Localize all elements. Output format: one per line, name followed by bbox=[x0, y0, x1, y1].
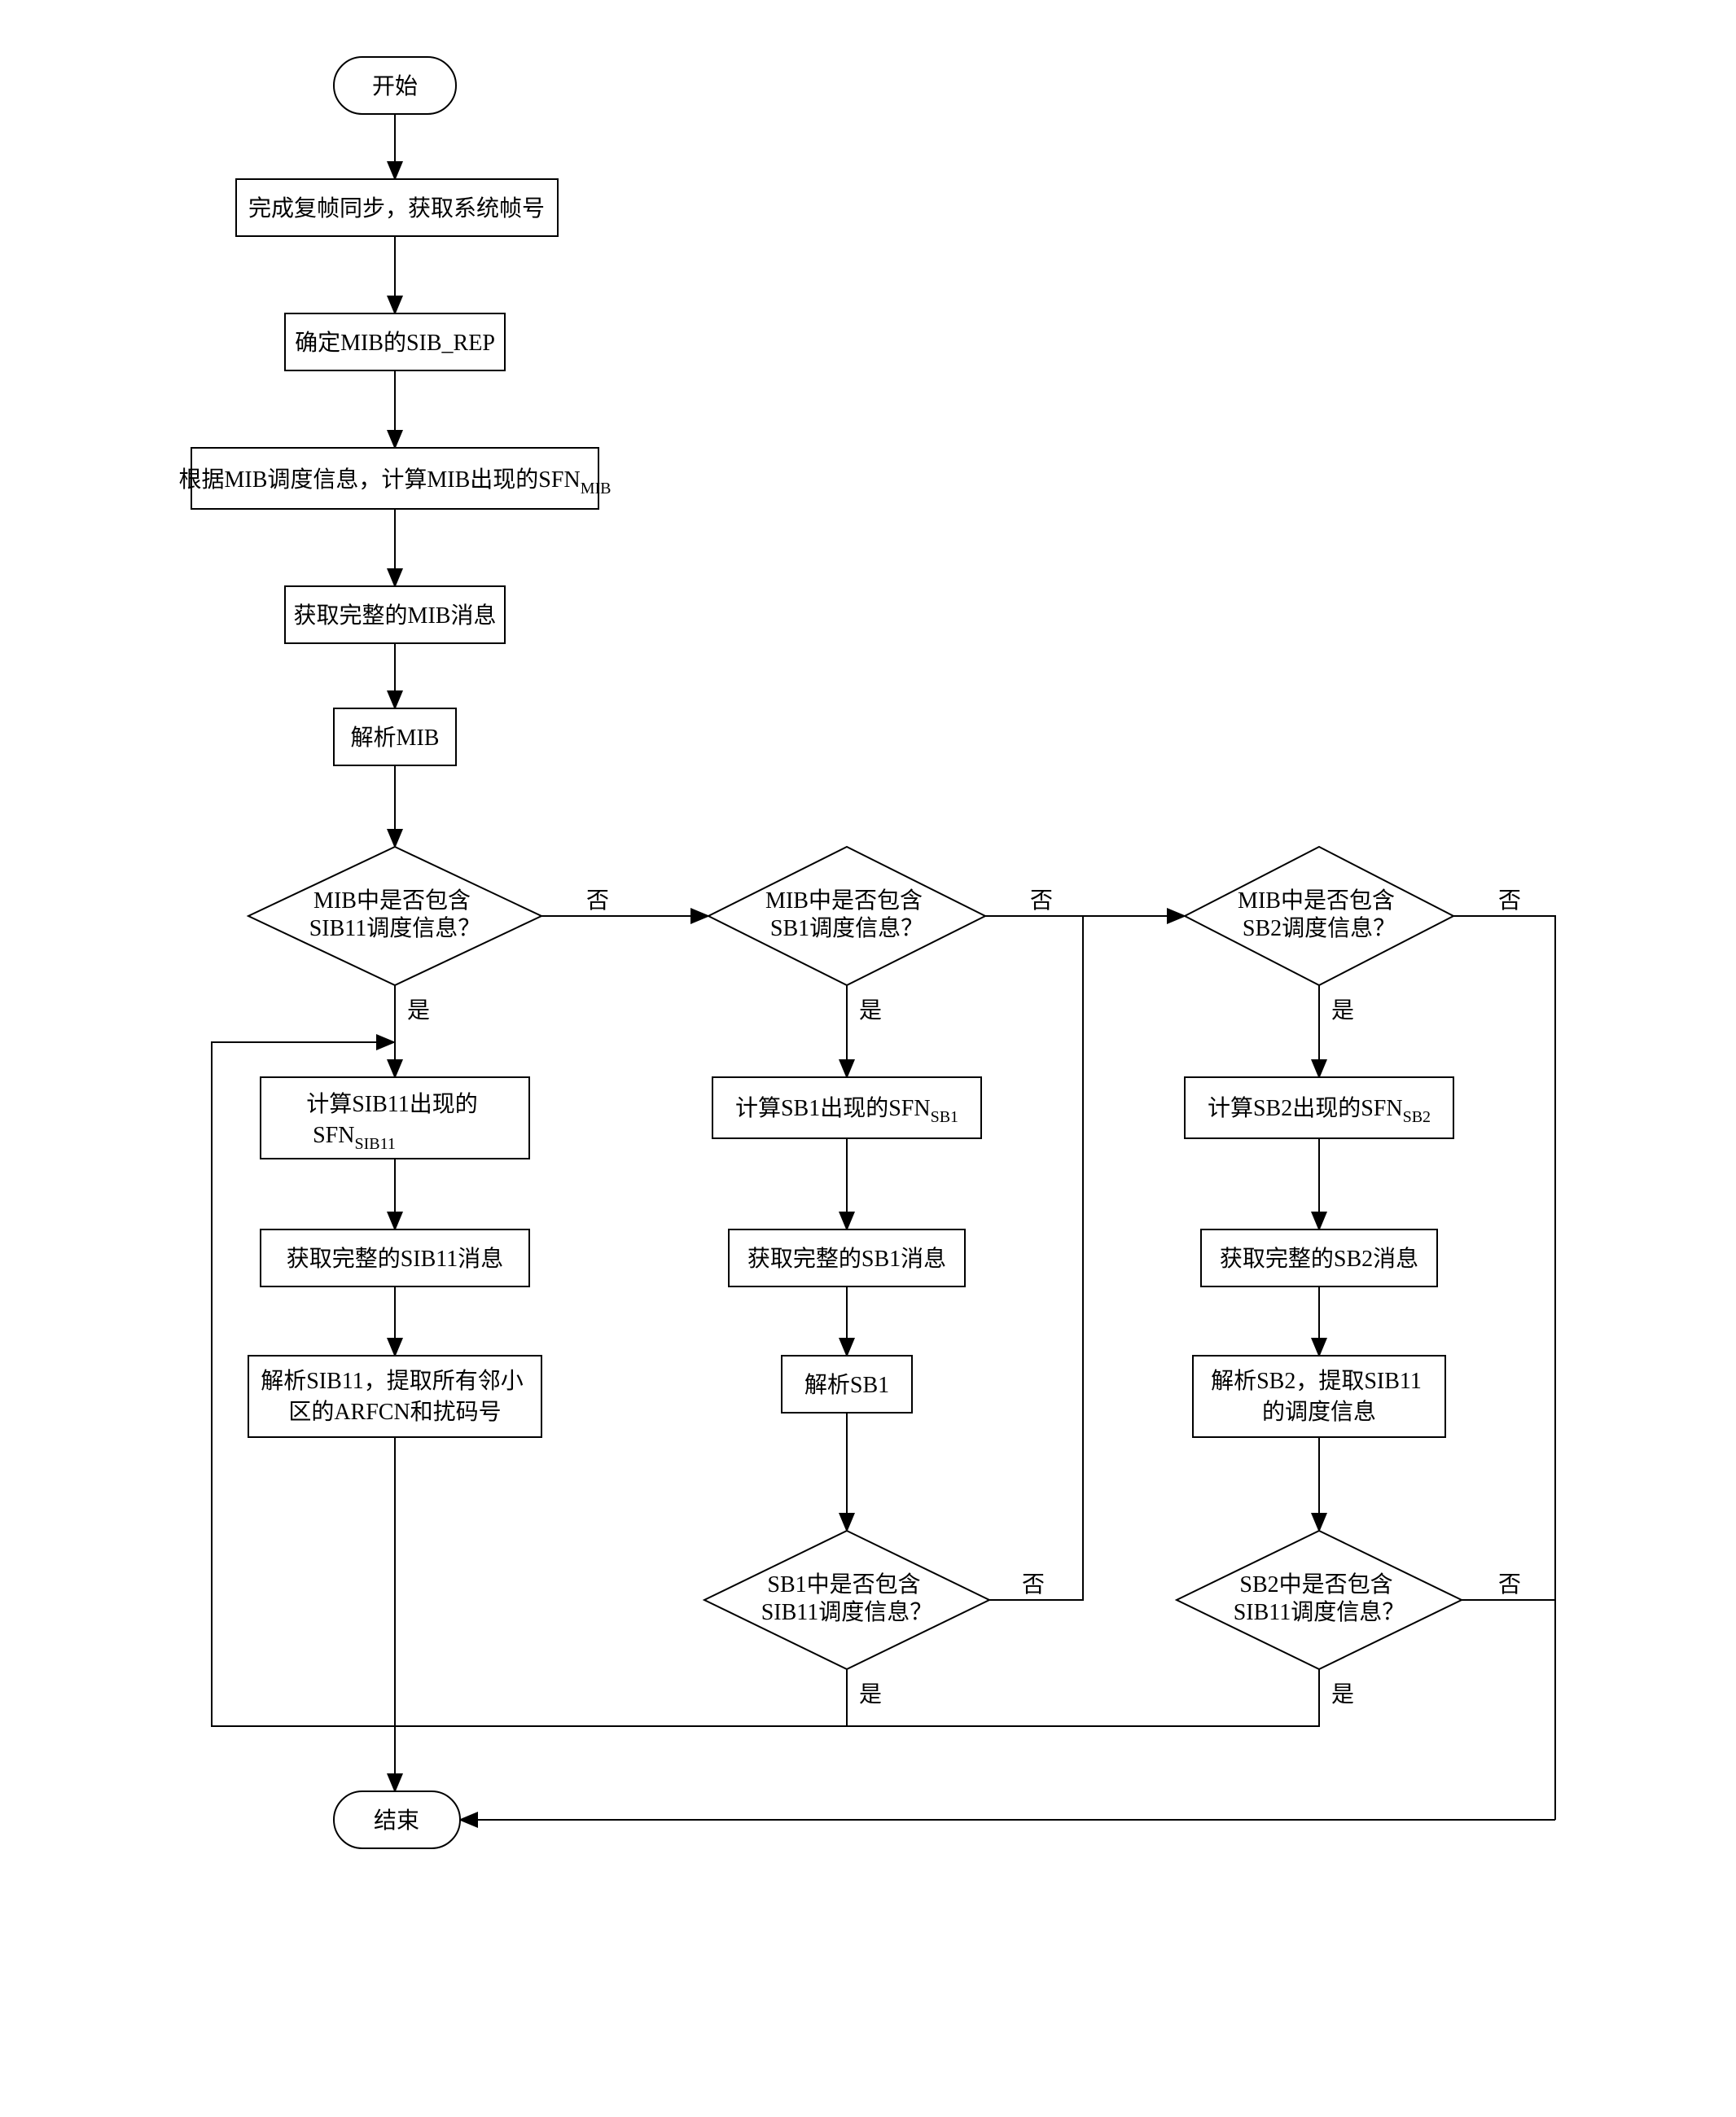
no-label: 否 bbox=[1030, 888, 1053, 914]
step5-text: 解析MIB bbox=[351, 725, 440, 751]
no-label: 否 bbox=[1498, 888, 1521, 914]
step1-text: 完成复帧同步，获取系统帧号 bbox=[248, 195, 545, 221]
no-label: 否 bbox=[586, 888, 609, 914]
col3-s2-text: 获取完整的SB2消息 bbox=[1220, 1246, 1418, 1272]
start-label: 开始 bbox=[372, 73, 418, 99]
edge-col3-yes bbox=[847, 1669, 1319, 1726]
yes-label: 是 bbox=[859, 998, 882, 1023]
col2-s2-text: 获取完整的SB1消息 bbox=[747, 1246, 946, 1272]
no-label: 否 bbox=[1498, 1572, 1521, 1598]
col2-s3-text: 解析SB1 bbox=[804, 1372, 889, 1398]
yes-label: 是 bbox=[1331, 998, 1354, 1023]
col3-step3 bbox=[1193, 1356, 1445, 1437]
step2-text: 确定MIB的SIB_REP bbox=[295, 330, 495, 356]
yes-label: 是 bbox=[859, 1682, 882, 1707]
yes-label: 是 bbox=[1331, 1682, 1354, 1707]
edge-dec3-no-down bbox=[1453, 916, 1555, 1820]
yes-label: 是 bbox=[407, 998, 430, 1023]
no-label: 否 bbox=[1022, 1572, 1045, 1598]
edge-col2-no bbox=[989, 916, 1083, 1600]
step4-text: 获取完整的MIB消息 bbox=[294, 603, 497, 629]
end-label: 结束 bbox=[374, 1808, 419, 1834]
col1-step3 bbox=[248, 1356, 541, 1437]
col1-s2-text: 获取完整的SIB11消息 bbox=[287, 1246, 504, 1272]
